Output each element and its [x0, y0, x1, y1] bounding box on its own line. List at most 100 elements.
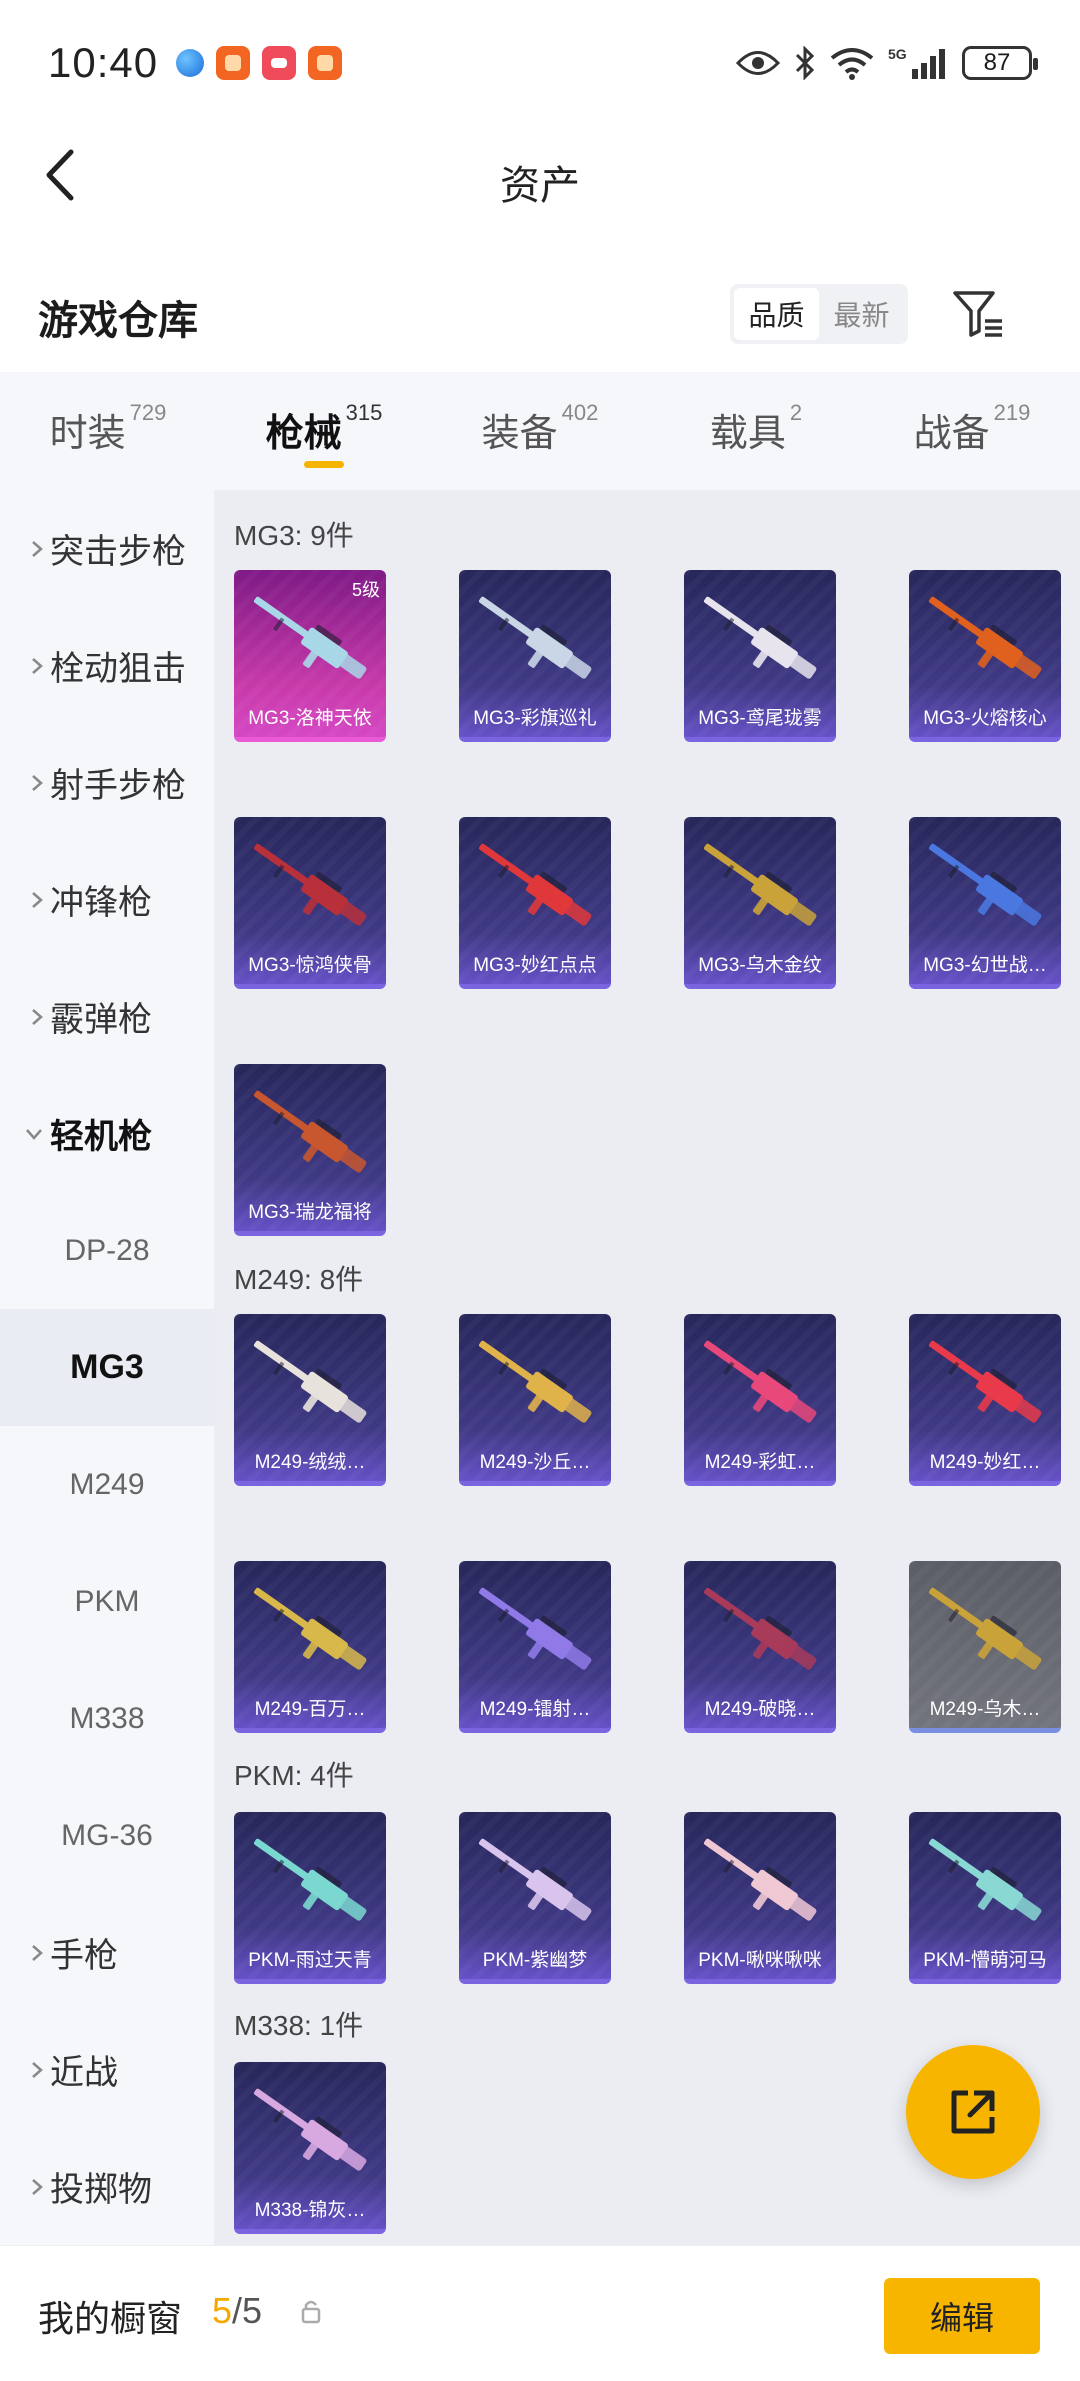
share-icon — [951, 2090, 995, 2134]
wifi-icon — [830, 47, 874, 80]
weapon-skin-name: PKM-懵萌河马 — [923, 1950, 1047, 1971]
tab-label: 时装 — [49, 413, 126, 455]
5g-signal-icon: 5G — [888, 46, 945, 79]
tab-supplies[interactable]: 战备 219 — [864, 372, 1080, 490]
weapon-skin-card[interactable]: M249-百万… — [234, 1561, 386, 1733]
weapon-skin-card[interactable]: M249-绒绒… — [234, 1314, 386, 1486]
weapon-skin-name: M249-破晓… — [704, 1699, 816, 1720]
tab-count: 402 — [561, 400, 599, 425]
machine-gun-icon — [928, 596, 1042, 679]
weapon-skin-card[interactable]: M249-破晓… — [684, 1561, 836, 1733]
weapon-skin-card[interactable]: M249-乌木… — [909, 1561, 1061, 1733]
tab-vehicles[interactable]: 载具 2 — [648, 372, 864, 490]
machine-gun-icon — [928, 1838, 1042, 1921]
weapon-skin-card[interactable]: PKM-雨过天青 — [234, 1812, 386, 1984]
edit-button[interactable]: 编辑 — [884, 2278, 1040, 2354]
chevron-right-icon — [32, 774, 43, 791]
sidebar-item-label: 突击步枪 — [50, 533, 186, 571]
browser-icon — [176, 48, 205, 77]
tab-equipment[interactable]: 装备 402 — [432, 372, 648, 490]
weapon-skin-name: PKM-紫幽梦 — [482, 1950, 588, 1971]
weapon-skin-card[interactable]: PKM-啾咪啾咪 — [684, 1812, 836, 1984]
weapon-skin-card[interactable]: MG3-乌木金纹 — [684, 817, 836, 989]
showcase-count-total: /5 — [232, 2290, 263, 2331]
status-time: 10:40 — [48, 38, 159, 86]
machine-gun-icon — [253, 2088, 367, 2171]
weapon-skin-card[interactable]: MG3-幻世战… — [909, 817, 1061, 989]
tab-count: 315 — [345, 400, 383, 425]
eye-icon — [736, 50, 780, 75]
tab-fashion[interactable]: 时装 729 — [0, 372, 216, 490]
weapon-skin-card[interactable]: PKM-紫幽梦 — [459, 1812, 611, 1984]
weapon-skin-name: PKM-雨过天青 — [248, 1950, 372, 1971]
weapon-skin-card[interactable]: 5级 MG3-洛神天依 — [234, 570, 386, 742]
weapon-skin-card[interactable]: MG3-妙红点点 — [459, 817, 611, 989]
sidebar-item-shotgun[interactable]: 霰弹枪 — [0, 958, 214, 1075]
chevron-right-icon — [32, 891, 43, 908]
machine-gun-icon — [478, 843, 592, 926]
weapon-skin-name: M249-沙丘… — [479, 1452, 591, 1473]
weapon-skin-grid: MG3: 9件 M249: 8件 PKM: 4件 M338: 1件 5级 MG3-… — [214, 490, 1080, 2245]
status-bar: 10:40 5G 87 — [0, 0, 1080, 125]
sidebar-subitem-mg3[interactable]: MG3 — [0, 1309, 214, 1426]
sidebar-subitem-mg36[interactable]: MG-36 — [0, 1777, 214, 1894]
sort-newest-button[interactable]: 最新 — [819, 288, 904, 340]
machine-gun-icon — [928, 843, 1042, 926]
weapon-skin-card[interactable]: MG3-彩旗巡礼 — [459, 570, 611, 742]
weapon-skin-card[interactable]: MG3-瑞龙福将 — [234, 1064, 386, 1236]
weapon-skin-card[interactable]: PKM-懵萌河马 — [909, 1812, 1061, 1984]
weapon-skin-card[interactable]: M249-沙丘… — [459, 1314, 611, 1486]
tab-count: 2 — [789, 400, 803, 425]
machine-gun-icon — [703, 1838, 817, 1921]
filter-button[interactable] — [948, 284, 1008, 344]
warehouse-header: 游戏仓库 品质 最新 — [0, 270, 1080, 360]
sidebar-item-label: 射手步枪 — [50, 767, 186, 805]
weapon-skin-card[interactable]: MG3-火熔核心 — [909, 570, 1061, 742]
weapon-skin-name: M249-彩虹… — [704, 1452, 816, 1473]
showcase-bar: 我的橱窗 5/5 编辑 — [0, 2245, 1080, 2381]
machine-gun-icon — [703, 1340, 817, 1423]
tab-label: 战备 — [913, 413, 990, 455]
sort-quality-button[interactable]: 品质 — [734, 288, 819, 340]
filter-icon — [953, 291, 1002, 337]
sidebar-item-melee[interactable]: 近战 — [0, 2011, 214, 2128]
weapon-skin-card[interactable]: M249-妙红… — [909, 1314, 1061, 1486]
weapon-skin-name: MG3-乌木金纹 — [698, 955, 822, 976]
machine-gun-icon — [703, 596, 817, 679]
sidebar-item-pistol[interactable]: 手枪 — [0, 1894, 214, 2011]
sidebar-item-label: 霰弹枪 — [50, 1001, 152, 1039]
weapon-skin-name: M249-镭射… — [479, 1699, 591, 1720]
section-header-pkm: PKM: 4件 — [234, 1760, 354, 1791]
weapon-skin-name: M249-乌木… — [929, 1699, 1041, 1720]
weapon-skin-card[interactable]: MG3-鸢尾珑雾 — [684, 570, 836, 742]
sidebar-item-assault-rifle[interactable]: 突击步枪 — [0, 490, 214, 607]
sidebar-subitem-m338[interactable]: M338 — [0, 1660, 214, 1777]
machine-gun-icon — [253, 1340, 367, 1423]
chevron-right-icon — [32, 2178, 43, 2195]
weapon-skin-card[interactable]: M338-锦灰… — [234, 2062, 386, 2234]
svg-text:5G: 5G — [888, 46, 907, 62]
category-tabs: 时装 729 枪械 315 装备 402 载具 2 战备 219 — [0, 372, 1080, 490]
tab-firearms[interactable]: 枪械 315 — [216, 372, 432, 490]
app-header: 资产 — [0, 125, 1080, 225]
share-fab-button[interactable] — [906, 2045, 1040, 2179]
sidebar-item-smg[interactable]: 冲锋枪 — [0, 841, 214, 958]
sidebar-item-label: 手枪 — [50, 1937, 118, 1975]
sidebar-item-lmg[interactable]: 轻机枪 — [0, 1075, 214, 1192]
weapon-skin-card[interactable]: M249-彩虹… — [684, 1314, 836, 1486]
weapon-skin-card[interactable]: MG3-惊鸿侠骨 — [234, 817, 386, 989]
sidebar-item-label: 轻机枪 — [50, 1118, 152, 1156]
sidebar-item-throwable[interactable]: 投掷物 — [0, 2128, 214, 2245]
sidebar-subitem-dp28[interactable]: DP-28 — [0, 1192, 214, 1309]
weapon-skin-name: MG3-洛神天依 — [248, 708, 372, 729]
weapon-skin-name: M249-百万… — [254, 1699, 366, 1720]
sidebar-item-marksman-rifle[interactable]: 射手步枪 — [0, 724, 214, 841]
section-header-m338: M338: 1件 — [234, 2010, 364, 2041]
sidebar-item-bolt-sniper[interactable]: 栓动狙击 — [0, 607, 214, 724]
notification-icons — [176, 45, 343, 80]
weapon-skin-name: MG3-惊鸿侠骨 — [248, 955, 372, 976]
sidebar-item-label: 冲锋枪 — [50, 884, 152, 922]
sidebar-subitem-m249[interactable]: M249 — [0, 1426, 214, 1543]
sidebar-subitem-pkm[interactable]: PKM — [0, 1543, 214, 1660]
weapon-skin-card[interactable]: M249-镭射… — [459, 1561, 611, 1733]
